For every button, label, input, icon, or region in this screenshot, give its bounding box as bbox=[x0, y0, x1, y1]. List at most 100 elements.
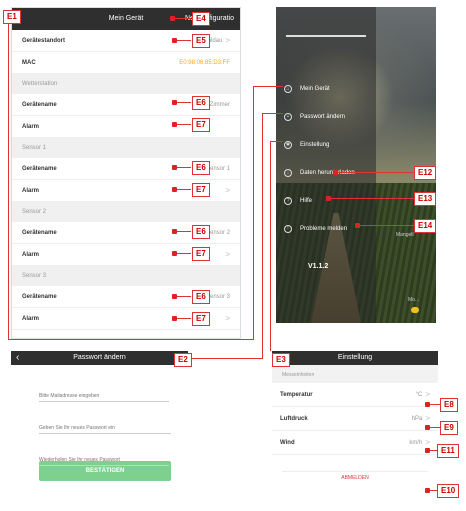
callout-e9: E9 bbox=[440, 421, 458, 435]
callout-e6: E6 bbox=[192, 290, 210, 304]
units-section: Messeinheiten bbox=[272, 365, 438, 383]
password-header: ‹ Passwort ändern bbox=[11, 351, 188, 365]
connector-line bbox=[177, 296, 191, 297]
connector-line bbox=[262, 113, 283, 114]
callout-e6: E6 bbox=[192, 225, 210, 239]
connector-line bbox=[270, 141, 283, 142]
callout-e2: E2 bbox=[174, 353, 192, 367]
connector-line bbox=[177, 231, 191, 232]
chevron-right-icon: > bbox=[425, 438, 430, 447]
connector-line bbox=[270, 141, 271, 351]
menu-item-label: Passwort ändern bbox=[300, 114, 346, 120]
lock-icon: • bbox=[284, 113, 292, 121]
menu-item-report[interactable]: ! Probleme melden bbox=[284, 225, 347, 233]
mac-row: MAC E0:98:06:85:D3:FF bbox=[12, 52, 240, 74]
help-icon: ? bbox=[284, 197, 292, 205]
sensor3-section: Sensor 3 bbox=[12, 266, 240, 286]
callout-e11: E11 bbox=[437, 444, 459, 458]
menu-item-label: Hilfe bbox=[300, 198, 313, 204]
password-panel: ‹ Passwort ändern BESTÄTIGEN bbox=[11, 351, 188, 501]
menu-item-settings[interactable]: ✱ Einstellung bbox=[284, 141, 329, 149]
wind-row[interactable]: Wind km/h > bbox=[272, 431, 438, 455]
menu-item-download[interactable]: ↓ Daten herunterladen bbox=[284, 169, 355, 177]
chevron-right-icon: > bbox=[225, 314, 230, 323]
callout-e3: E3 bbox=[272, 353, 290, 367]
sensor2-section: Sensor 2 bbox=[12, 202, 240, 222]
home-icon: ⌂ bbox=[284, 85, 292, 93]
connector-line bbox=[8, 18, 9, 340]
connector-line bbox=[177, 167, 191, 168]
connector-line bbox=[430, 427, 440, 428]
connector-line bbox=[328, 198, 414, 199]
email-field[interactable] bbox=[39, 391, 169, 402]
chevron-right-icon: > bbox=[425, 414, 430, 423]
wind-label: Wind bbox=[280, 439, 295, 446]
pressure-value: hPa bbox=[411, 415, 423, 422]
menu-overlay bbox=[276, 7, 376, 323]
wind-value: km/h bbox=[409, 439, 423, 446]
connector-line bbox=[177, 253, 191, 254]
mac-value: E0:98:06:85:D3:FF bbox=[179, 59, 230, 66]
logout-button[interactable]: ABMELDEN bbox=[272, 475, 438, 481]
sun-icon bbox=[411, 307, 419, 313]
callout-e5: E5 bbox=[192, 34, 210, 48]
menu-top-bar bbox=[286, 35, 366, 37]
connector-line bbox=[253, 86, 254, 340]
right-label-2: Mo... bbox=[408, 297, 420, 303]
connector-line bbox=[357, 225, 414, 226]
temperature-value: °C bbox=[415, 391, 423, 398]
connector-line bbox=[177, 318, 191, 319]
chevron-right-icon: > bbox=[225, 186, 230, 195]
connector-line bbox=[430, 404, 440, 405]
connector-line bbox=[175, 18, 191, 19]
chevron-right-icon: > bbox=[425, 390, 430, 399]
pressure-row[interactable]: Luftdruck hPa > bbox=[272, 407, 438, 431]
callout-e7: E7 bbox=[192, 118, 210, 132]
marker-dot bbox=[355, 223, 360, 228]
callout-e6: E6 bbox=[192, 96, 210, 110]
connector-line bbox=[253, 86, 283, 87]
connector-line bbox=[262, 113, 263, 358]
callout-e14: E14 bbox=[414, 219, 437, 233]
temperature-row[interactable]: Temperatur °C > bbox=[272, 383, 438, 407]
report-icon: ! bbox=[284, 225, 292, 233]
divider bbox=[282, 471, 428, 472]
menu-item-help[interactable]: ? Hilfe bbox=[284, 197, 312, 205]
app-version: V1.1.2 bbox=[308, 263, 329, 270]
menu-item-my-device[interactable]: ⌂ Mein Gerät bbox=[284, 85, 330, 93]
callout-e6: E6 bbox=[192, 161, 210, 175]
pressure-label: Luftdruck bbox=[280, 415, 308, 422]
new-password-field[interactable] bbox=[39, 423, 171, 434]
password-title: Passwort ändern bbox=[73, 354, 126, 361]
chevron-right-icon: > bbox=[225, 250, 230, 259]
marker-dot bbox=[333, 170, 338, 175]
repeat-password-field[interactable] bbox=[39, 455, 169, 466]
settings-title: Einstellung bbox=[337, 354, 373, 361]
settings-header: Einstellung bbox=[272, 351, 438, 365]
menu-item-label: Einstellung bbox=[300, 142, 330, 148]
callout-e7: E7 bbox=[192, 247, 210, 261]
chevron-right-icon: > bbox=[225, 36, 230, 45]
sensor1-section: Sensor 1 bbox=[12, 138, 240, 158]
connector-line bbox=[335, 172, 413, 173]
weather-section: Wetterstation bbox=[12, 74, 240, 94]
callout-e1: E1 bbox=[3, 10, 21, 24]
callout-e4: E4 bbox=[192, 12, 210, 26]
download-icon: ↓ bbox=[284, 169, 292, 177]
callout-e12: E12 bbox=[414, 166, 437, 180]
callout-e10: E10 bbox=[437, 484, 460, 498]
menu-panel: ⌂ Mein Gerät • Passwort ändern ✱ Einstel… bbox=[276, 7, 436, 323]
connector-line bbox=[8, 339, 253, 340]
connector-line bbox=[190, 358, 263, 359]
menu-item-change-password[interactable]: • Passwort ändern bbox=[284, 113, 345, 121]
temperature-label: Temperatur bbox=[280, 391, 313, 398]
menu-item-label: Mein Gerät bbox=[300, 86, 330, 92]
menu-item-label: Daten herunterladen bbox=[300, 170, 355, 176]
connector-line bbox=[177, 102, 191, 103]
connector-line bbox=[177, 124, 191, 125]
callout-e13: E13 bbox=[414, 192, 437, 206]
right-label-1: Mangelt bbox=[396, 232, 414, 238]
gear-icon: ✱ bbox=[284, 141, 292, 149]
settings-panel: Einstellung Messeinheiten Temperatur °C … bbox=[272, 351, 438, 511]
marker-dot bbox=[326, 196, 331, 201]
